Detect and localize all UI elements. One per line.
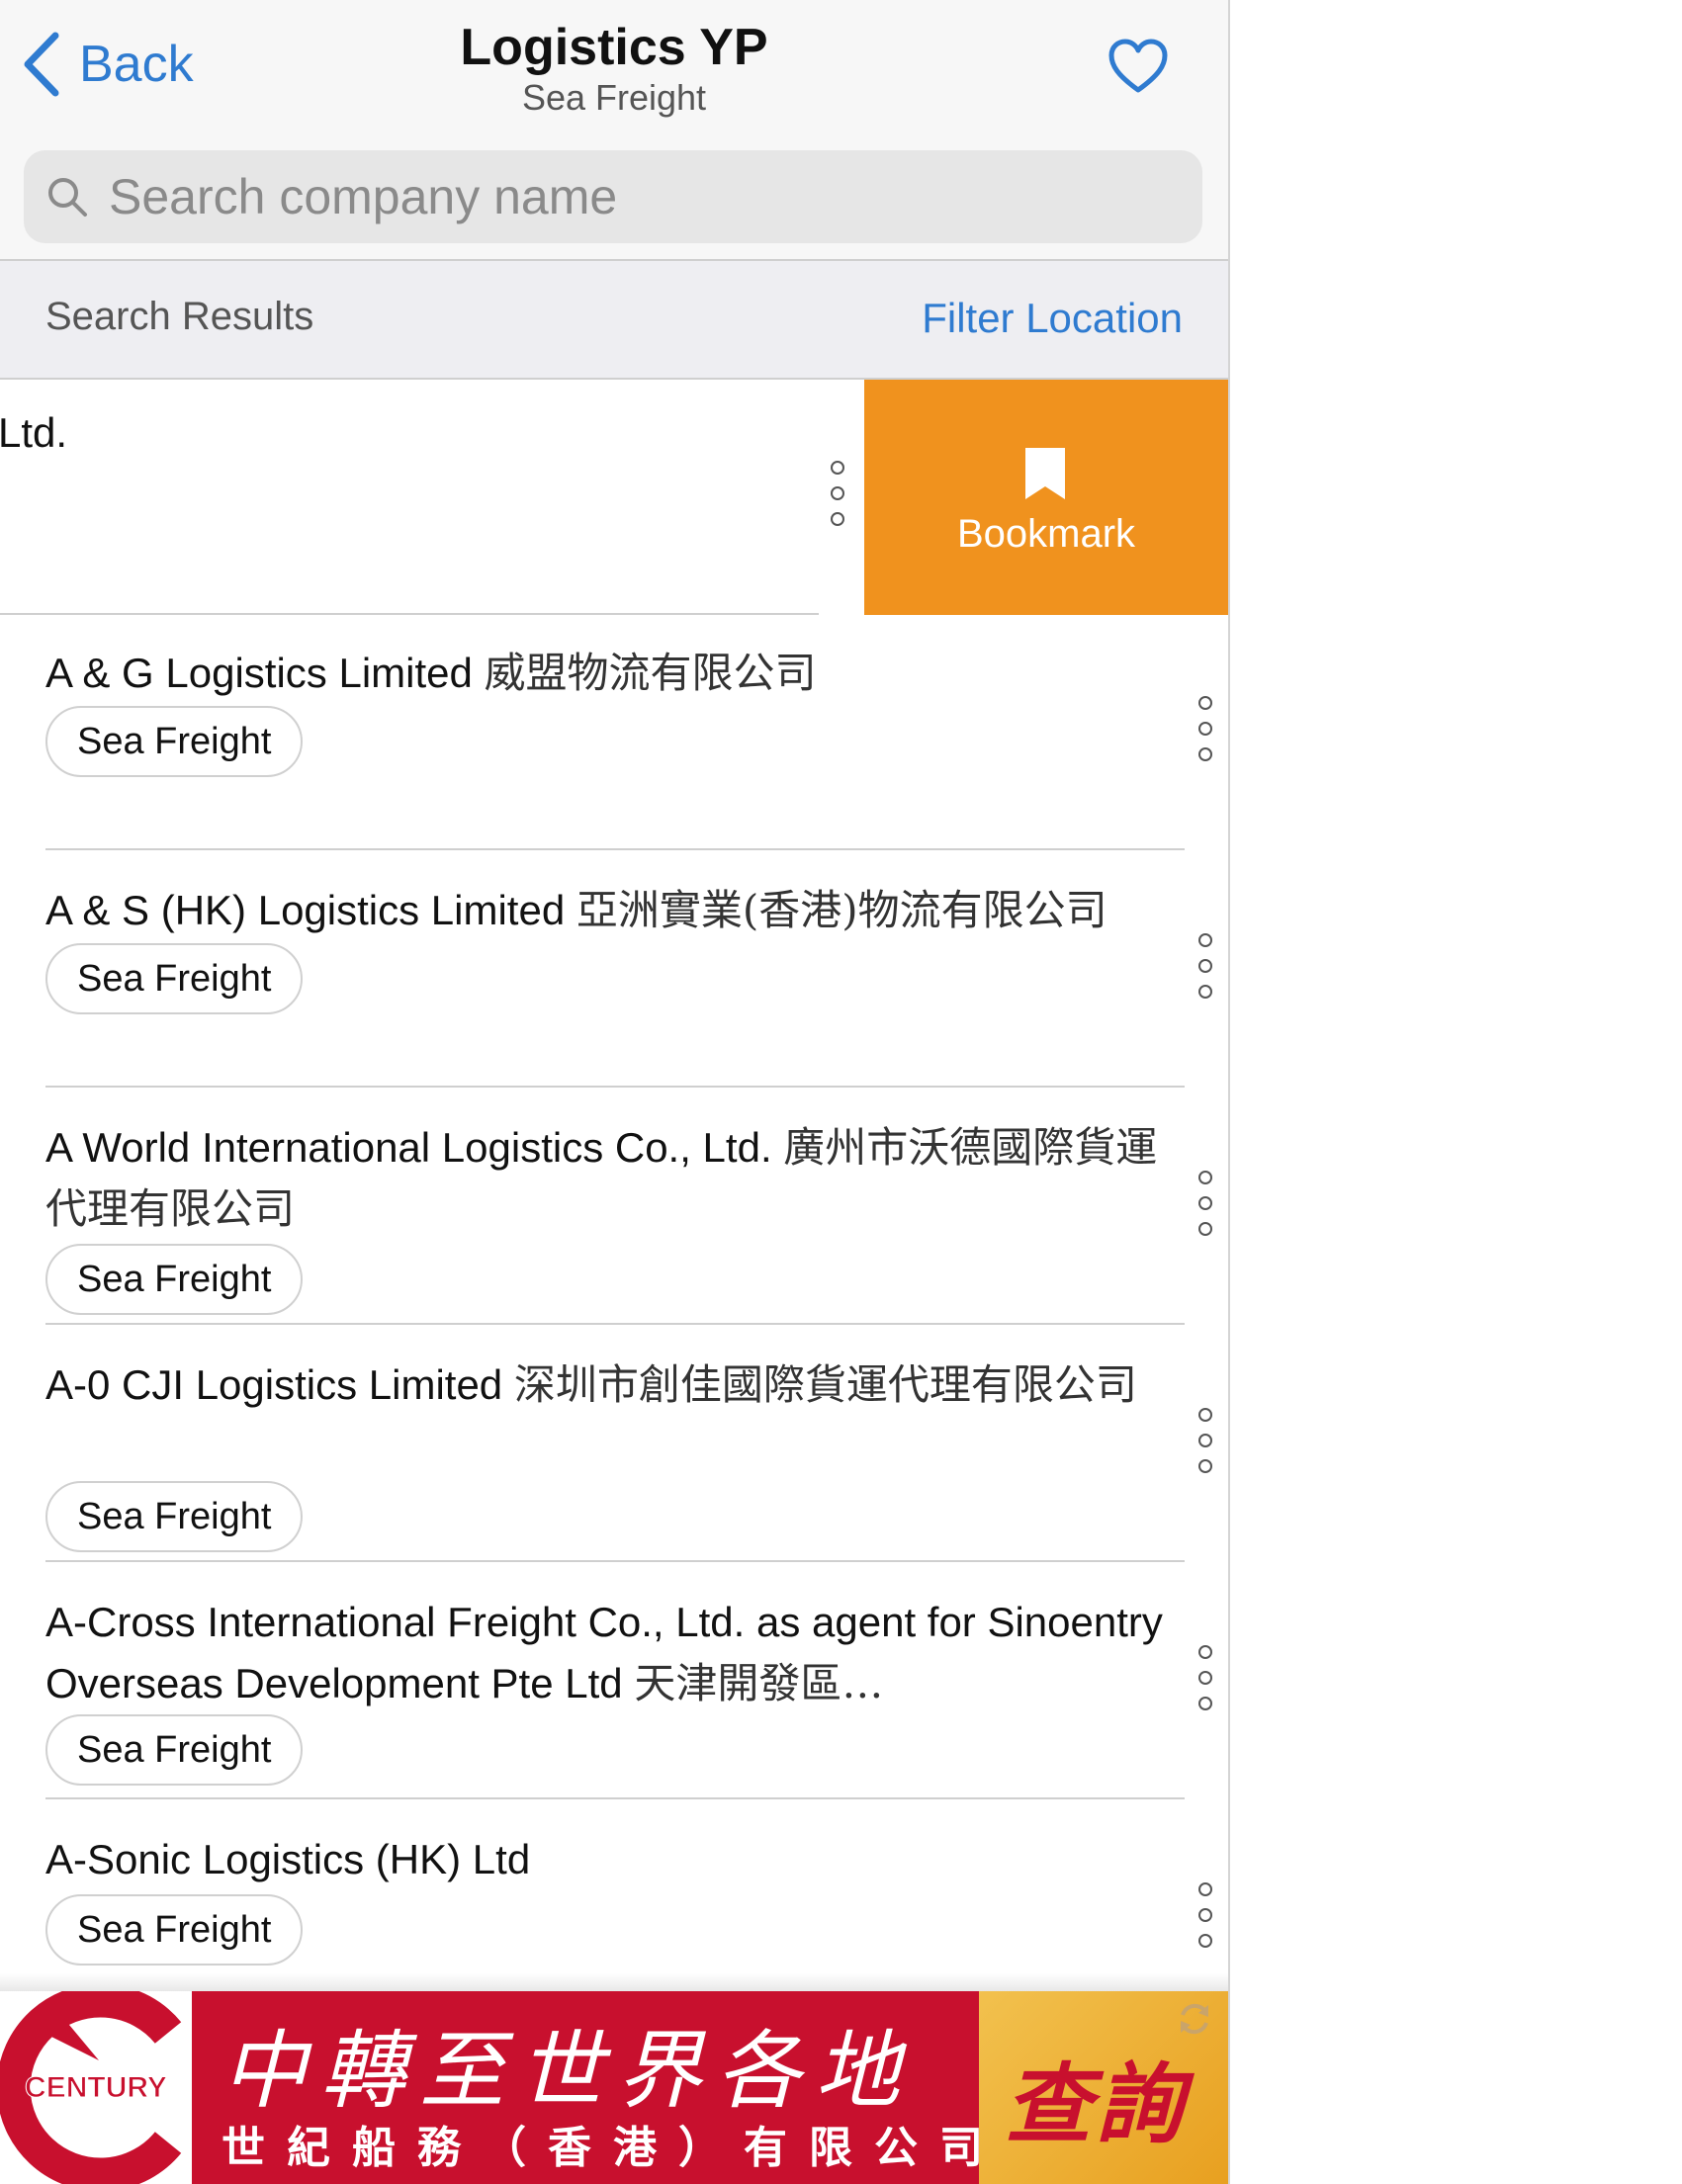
- list-item[interactable]: A & G Logistics Limited 威盟物流有限公司 Sea Fre…: [0, 617, 1228, 854]
- more-options-icon[interactable]: [1198, 933, 1214, 1010]
- swiped-item-text: Ltd.: [0, 409, 68, 456]
- filter-location-button[interactable]: Filter Location: [922, 295, 1183, 342]
- ad-company: 世紀船務（香港）有限公司: [221, 2123, 1005, 2173]
- ad-shadow: [0, 1973, 1228, 1991]
- heart-icon[interactable]: [1107, 38, 1169, 95]
- century-logo: CENTURY: [0, 1991, 192, 2184]
- row-separator: [45, 1323, 1185, 1325]
- search-input[interactable]: [107, 167, 1179, 226]
- search-bar: [24, 150, 1202, 243]
- company-name: A World International Logistics Co., Ltd…: [45, 1123, 1158, 1233]
- swiped-list-item[interactable]: Ltd. Bookmark: [0, 380, 1228, 615]
- row-separator: [45, 1086, 1185, 1088]
- row-separator: [45, 848, 1185, 850]
- category-tag: Sea Freight: [45, 1714, 304, 1786]
- category-tag: Sea Freight: [45, 1481, 304, 1552]
- row-separator: [45, 1560, 1185, 1562]
- more-options-icon[interactable]: [1198, 1171, 1214, 1248]
- company-name: A-Sonic Logistics (HK) Ltd: [45, 1836, 531, 1882]
- page-subtitle: Sea Freight: [521, 77, 707, 118]
- category-tag: Sea Freight: [45, 706, 304, 777]
- bookmark-icon: [1025, 448, 1065, 499]
- results-bar: Search Results Filter Location: [0, 261, 1228, 380]
- more-options-icon[interactable]: [1198, 1645, 1214, 1722]
- category-tag: Sea Freight: [45, 1244, 304, 1315]
- category-tag: Sea Freight: [45, 943, 304, 1014]
- ad-cta-panel[interactable]: 查詢: [979, 1991, 1228, 2184]
- app-screen: Back Logistics YP Sea Freight Search Res…: [0, 0, 1230, 2184]
- more-options-icon[interactable]: [831, 461, 846, 538]
- logo-text: CENTURY: [25, 2071, 167, 2104]
- bookmark-button[interactable]: Bookmark: [864, 380, 1228, 615]
- company-name: A-0 CJI Logistics Limited 深圳市創佳國際貨運代理有限公…: [45, 1360, 1137, 1409]
- page-title: Logistics YP: [460, 19, 768, 76]
- company-name: A & S (HK) Logistics Limited 亞洲實業(香港)物流有…: [45, 886, 1107, 934]
- ad-cta-label: 查詢: [1005, 2053, 1188, 2155]
- list-item[interactable]: A-0 CJI Logistics Limited 深圳市創佳國際貨運代理有限公…: [0, 1329, 1228, 1566]
- row-separator: [45, 1797, 1185, 1799]
- bookmark-label: Bookmark: [956, 512, 1136, 556]
- company-name: A-Cross International Freight Co., Ltd. …: [45, 1599, 1163, 1707]
- refresh-icon[interactable]: [1175, 1999, 1214, 2039]
- list-item[interactable]: A World International Logistics Co., Ltd…: [0, 1092, 1228, 1329]
- more-options-icon[interactable]: [1198, 1882, 1214, 1960]
- search-icon: [48, 178, 87, 217]
- ad-banner[interactable]: CENTURY 中轉至世界各地 世紀船務（香港）有限公司 查詢: [0, 1991, 1228, 2184]
- more-options-icon[interactable]: [1198, 696, 1214, 773]
- ad-headline: 中轉至世界各地: [221, 2022, 914, 2121]
- list-item[interactable]: A-Sonic Logistics (HK) Ltd Sea Freight: [0, 1803, 1228, 1991]
- company-name: A & G Logistics Limited 威盟物流有限公司: [45, 649, 817, 697]
- list-item[interactable]: A & S (HK) Logistics Limited 亞洲實業(香港)物流有…: [0, 854, 1228, 1092]
- more-options-icon[interactable]: [1198, 1408, 1214, 1485]
- nav-header: Back Logistics YP Sea Freight: [0, 0, 1228, 259]
- list-item[interactable]: A-Cross International Freight Co., Ltd. …: [0, 1566, 1228, 1803]
- category-tag: Sea Freight: [45, 1894, 304, 1966]
- ad-message: 中轉至世界各地 世紀船務（香港）有限公司: [192, 1991, 983, 2184]
- row-separator: [0, 613, 819, 615]
- results-title: Search Results: [45, 295, 314, 338]
